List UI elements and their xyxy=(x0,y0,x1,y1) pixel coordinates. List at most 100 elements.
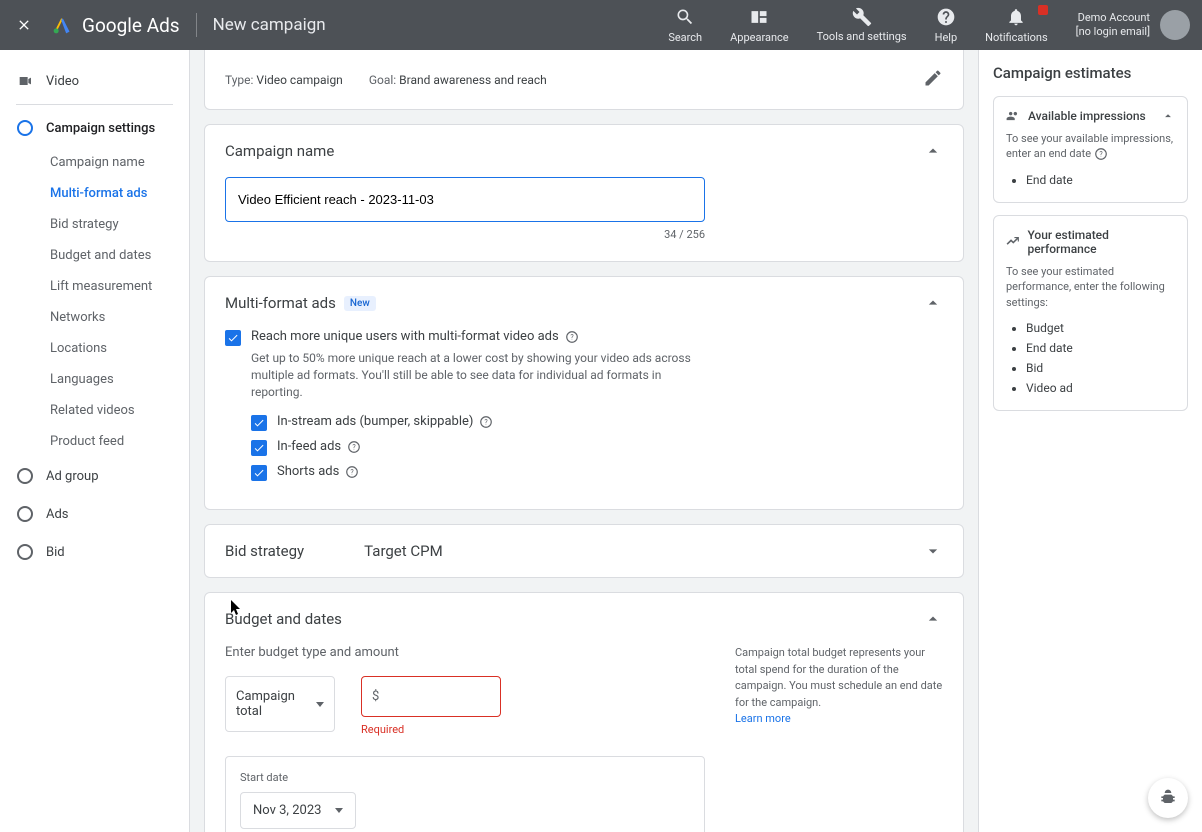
bid-strategy-header[interactable]: Bid strategy Target CPM xyxy=(205,525,963,577)
multi-format-header[interactable]: Multi-format ads New xyxy=(205,277,963,329)
svg-text:?: ? xyxy=(352,443,356,451)
sidebar-sub-campaign-name[interactable]: Campaign name xyxy=(0,147,189,178)
multi-format-desc: Get up to 50% more unique reach at a low… xyxy=(251,350,711,400)
budget-type-dropdown[interactable]: Campaign total xyxy=(225,676,335,732)
campaign-name-input[interactable] xyxy=(225,177,705,222)
divider xyxy=(196,13,197,37)
search-button[interactable]: Search xyxy=(654,7,716,44)
right-panel: Campaign estimates Available impressions… xyxy=(978,50,1202,832)
close-button[interactable] xyxy=(12,13,36,37)
notification-badge xyxy=(1038,5,1048,15)
bell-icon xyxy=(1006,7,1026,27)
sidebar-sub-languages[interactable]: Languages xyxy=(0,364,189,395)
help-icon[interactable]: ? xyxy=(345,465,359,479)
svg-text:?: ? xyxy=(570,333,574,341)
help-icon xyxy=(936,7,956,27)
impressions-card: Available impressions To see your availa… xyxy=(993,96,1188,203)
campaign-name-card: Campaign name 34 / 256 xyxy=(204,124,964,262)
sidebar-item-ads[interactable]: Ads xyxy=(0,495,189,533)
appearance-icon xyxy=(749,7,769,27)
multi-format-checkbox[interactable] xyxy=(225,330,241,346)
required-error: Required xyxy=(361,723,501,736)
check-icon xyxy=(253,417,265,429)
char-counter: 34 / 256 xyxy=(225,228,705,241)
new-badge: New xyxy=(344,296,376,311)
goal-label: Goal: xyxy=(369,73,396,87)
infeed-checkbox[interactable] xyxy=(251,440,267,456)
bid-strategy-card: Bid strategy Target CPM xyxy=(204,524,964,578)
date-box: Start date Nov 3, 2023 End date xyxy=(225,756,705,832)
sidebar-sub-budget-dates[interactable]: Budget and dates xyxy=(0,240,189,271)
chevron-down-icon xyxy=(335,808,343,813)
search-icon xyxy=(675,7,695,27)
pencil-icon xyxy=(923,68,943,88)
bullet-end-date: End date xyxy=(1026,338,1175,358)
sidebar-sub-locations[interactable]: Locations xyxy=(0,333,189,364)
chevron-down-icon xyxy=(923,541,943,561)
summary-card: Type: Video campaign Goal: Brand awarene… xyxy=(204,50,964,110)
budget-subtitle: Enter budget type and amount xyxy=(225,645,705,660)
svg-text:?: ? xyxy=(351,468,355,476)
logo: Google Ads xyxy=(52,14,180,37)
sidebar-item-ad-group[interactable]: Ad group xyxy=(0,457,189,495)
radio-current-icon xyxy=(16,119,34,137)
help-button[interactable]: Help xyxy=(921,7,972,44)
help-icon[interactable]: ? xyxy=(565,330,579,344)
check-icon xyxy=(227,332,239,344)
tools-button[interactable]: Tools and settings xyxy=(803,7,921,43)
video-icon xyxy=(16,72,34,90)
bullet-budget: Budget xyxy=(1026,318,1175,338)
chevron-up-icon xyxy=(923,141,943,161)
bullet-end-date: End date xyxy=(1026,170,1175,190)
sidebar-sub-product-feed[interactable]: Product feed xyxy=(0,426,189,457)
chevron-up-icon xyxy=(923,293,943,313)
performance-header[interactable]: Your estimated performance xyxy=(1006,228,1175,256)
feedback-fab[interactable] xyxy=(1148,778,1188,818)
notifications-button[interactable]: Notifications xyxy=(971,7,1062,44)
account-text: Demo Account [no login email] xyxy=(1076,11,1150,40)
chevron-up-icon xyxy=(923,609,943,629)
svg-text:?: ? xyxy=(485,418,489,426)
chevron-down-icon xyxy=(316,702,324,707)
svg-text:?: ? xyxy=(1099,151,1103,159)
help-icon[interactable]: ? xyxy=(347,440,361,454)
chevron-up-icon xyxy=(1161,109,1175,123)
sidebar-sub-lift[interactable]: Lift measurement xyxy=(0,271,189,302)
edit-summary-button[interactable] xyxy=(923,68,943,91)
performance-card: Your estimated performance To see your e… xyxy=(993,215,1188,411)
sidebar-item-bid[interactable]: Bid xyxy=(0,533,189,571)
sidebar-sub-related-videos[interactable]: Related videos xyxy=(0,395,189,426)
shorts-checkbox[interactable] xyxy=(251,465,267,481)
people-icon xyxy=(1006,109,1020,123)
sidebar-sub-networks[interactable]: Networks xyxy=(0,302,189,333)
budget-help-text: Campaign total budget represents your to… xyxy=(735,645,943,832)
sidebar: Video Campaign settings Campaign name Mu… xyxy=(0,50,190,832)
help-icon[interactable]: ? xyxy=(1094,147,1108,161)
check-icon xyxy=(253,467,265,479)
multi-format-label: Reach more unique users with multi-forma… xyxy=(251,329,579,344)
bullet-bid: Bid xyxy=(1026,358,1175,378)
radio-empty-icon xyxy=(16,543,34,561)
budget-header[interactable]: Budget and dates xyxy=(205,593,963,645)
logo-text: Google Ads xyxy=(82,14,180,37)
avatar[interactable] xyxy=(1160,10,1190,40)
ads-logo-icon xyxy=(52,15,72,35)
radio-empty-icon xyxy=(16,505,34,523)
goal-value: Brand awareness and reach xyxy=(399,73,547,87)
budget-amount-input[interactable]: $ xyxy=(361,676,501,717)
impressions-header[interactable]: Available impressions xyxy=(1006,109,1175,123)
sidebar-sub-multi-format[interactable]: Multi-format ads xyxy=(0,178,189,209)
close-icon xyxy=(16,17,32,33)
learn-more-link[interactable]: Learn more xyxy=(735,712,791,725)
campaign-name-header[interactable]: Campaign name xyxy=(205,125,963,177)
sidebar-item-campaign-settings[interactable]: Campaign settings xyxy=(0,109,189,147)
sidebar-item-video[interactable]: Video xyxy=(0,62,189,100)
radio-empty-icon xyxy=(16,467,34,485)
sidebar-sub-bid-strategy[interactable]: Bid strategy xyxy=(0,209,189,240)
account-block[interactable]: Demo Account [no login email] xyxy=(1062,10,1190,40)
start-date-dropdown[interactable]: Nov 3, 2023 xyxy=(240,792,356,829)
appearance-button[interactable]: Appearance xyxy=(716,7,803,44)
help-icon[interactable]: ? xyxy=(479,415,493,429)
instream-checkbox[interactable] xyxy=(251,415,267,431)
wrench-icon xyxy=(852,7,872,27)
